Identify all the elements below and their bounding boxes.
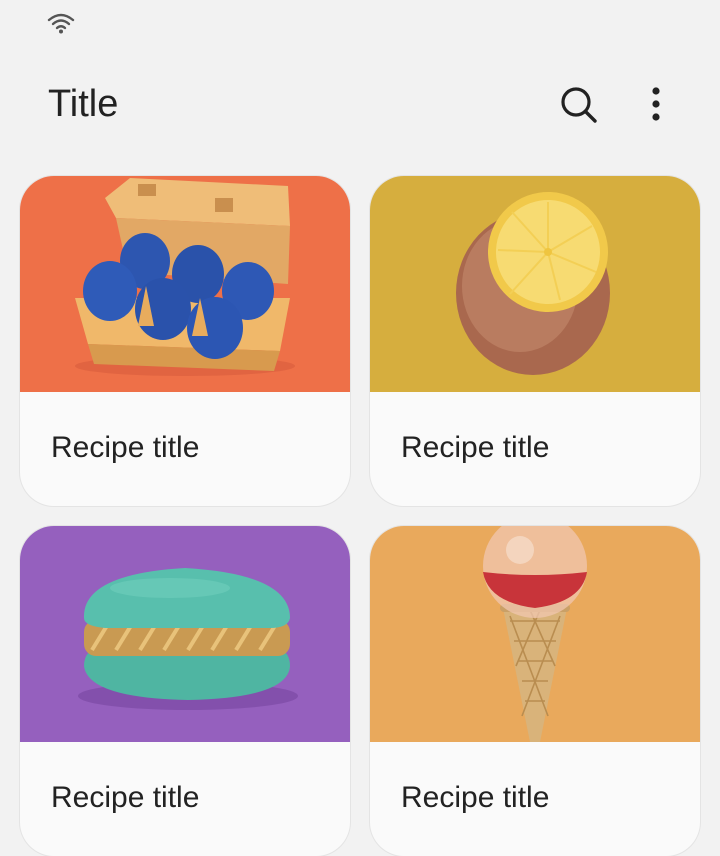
recipe-card[interactable]: Recipe title: [20, 176, 350, 506]
recipe-image: [20, 176, 350, 392]
app-bar: Title: [0, 60, 720, 148]
wifi-icon: [47, 13, 75, 34]
recipe-card[interactable]: Recipe title: [20, 526, 350, 856]
recipe-title: Recipe title: [401, 431, 550, 464]
recipe-card[interactable]: Recipe title: [370, 176, 700, 506]
recipe-image: [370, 526, 700, 742]
recipe-title: Recipe title: [51, 781, 200, 814]
search-button[interactable]: [552, 80, 604, 132]
recipe-image: [20, 526, 350, 742]
page-title: Title: [48, 83, 119, 125]
recipe-card[interactable]: Recipe title: [370, 526, 700, 856]
recipe-title: Recipe title: [401, 781, 550, 814]
recipe-title: Recipe title: [51, 431, 200, 464]
recipe-image: [370, 176, 700, 392]
more-vertical-icon: [652, 87, 660, 121]
more-options-button[interactable]: [630, 80, 682, 132]
status-bar: [0, 0, 720, 46]
search-icon: [561, 87, 597, 123]
